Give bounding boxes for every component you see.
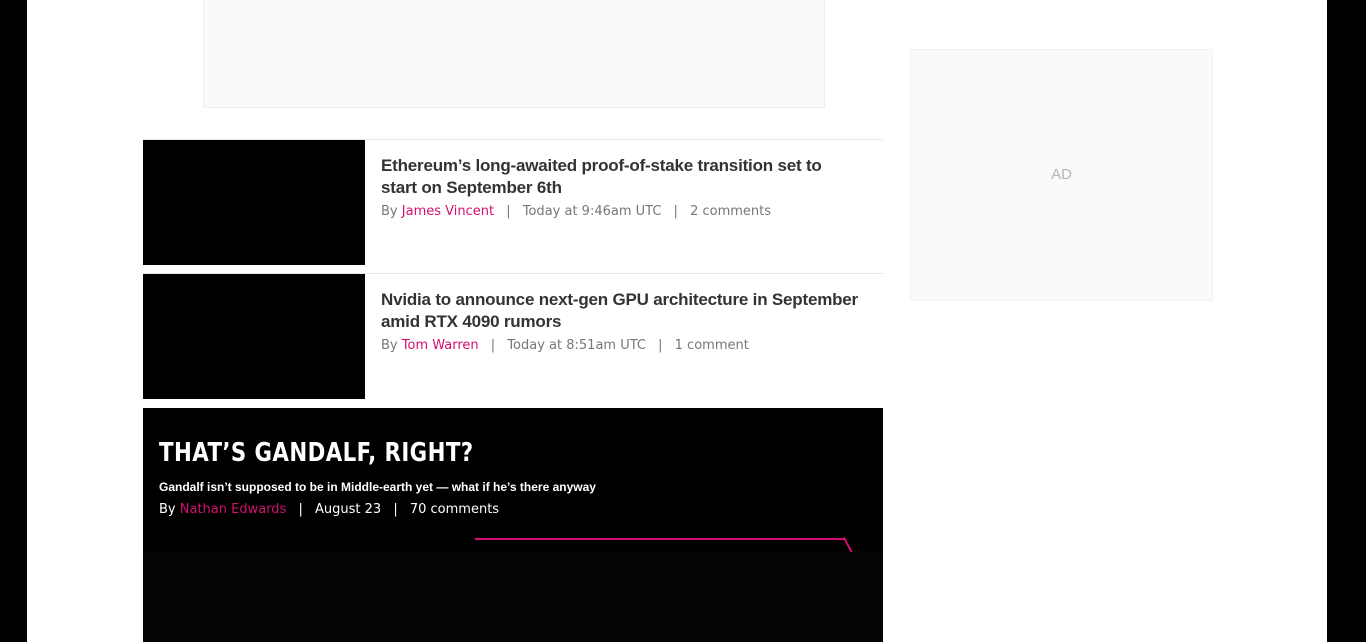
sidebar-ad[interactable]: AD — [910, 49, 1213, 301]
story-headline[interactable]: Nvidia to announce next-gen GPU architec… — [381, 289, 861, 333]
story-timestamp: Today at 9:46am UTC — [522, 204, 662, 219]
story-byline: By Tom Warren | Today at 8:51am UTC | 1 … — [381, 338, 861, 353]
story-card: Ethereum’s long-awaited proof-of-stake t… — [143, 139, 883, 265]
feature-headline[interactable]: That’s Gandalf, right? — [159, 438, 474, 468]
story-byline: By James Vincent | Today at 9:46am UTC |… — [381, 204, 861, 219]
byline-separator: | — [658, 338, 663, 353]
story-river: Ethereum’s long-awaited proof-of-stake t… — [143, 139, 883, 407]
story-thumbnail[interactable] — [143, 140, 365, 265]
story-timestamp: Today at 8:51am UTC — [507, 338, 646, 353]
comments-link[interactable]: 70 comments — [410, 502, 499, 517]
accent-line — [475, 538, 845, 540]
story-headline[interactable]: Ethereum’s long-awaited proof-of-stake t… — [381, 155, 861, 199]
feature-byline: By Nathan Edwards | August 23 | 70 comme… — [159, 502, 499, 517]
top-ad-slot — [203, 0, 825, 108]
feature-dek: Gandalf isn’t supposed to be in Middle-e… — [159, 480, 596, 494]
author-link[interactable]: James Vincent — [402, 204, 494, 219]
byline-separator: | — [393, 502, 398, 517]
story-body: Nvidia to announce next-gen GPU architec… — [381, 289, 861, 353]
byline-separator: | — [490, 338, 496, 353]
byline-by: By — [381, 338, 398, 353]
page: Ethereum’s long-awaited proof-of-stake t… — [27, 0, 1327, 642]
byline-separator: | — [673, 204, 678, 219]
byline-by: By — [381, 204, 398, 219]
byline-separator: | — [298, 502, 303, 517]
ad-label: AD — [1051, 166, 1072, 183]
story-thumbnail[interactable] — [143, 274, 365, 399]
story-body: Ethereum’s long-awaited proof-of-stake t… — [381, 155, 861, 219]
author-link[interactable]: Nathan Edwards — [180, 502, 287, 517]
comments-link[interactable]: 2 comments — [690, 204, 771, 219]
feature-story: That’s Gandalf, right? Gandalf isn’t sup… — [143, 408, 883, 642]
byline-separator: | — [506, 204, 511, 219]
feature-image[interactable] — [143, 552, 883, 642]
feature-date: August 23 — [315, 502, 382, 517]
byline-by: By — [159, 502, 176, 517]
comments-link[interactable]: 1 comment — [675, 338, 749, 353]
author-link[interactable]: Tom Warren — [402, 338, 479, 353]
story-card: Nvidia to announce next-gen GPU architec… — [143, 273, 883, 399]
